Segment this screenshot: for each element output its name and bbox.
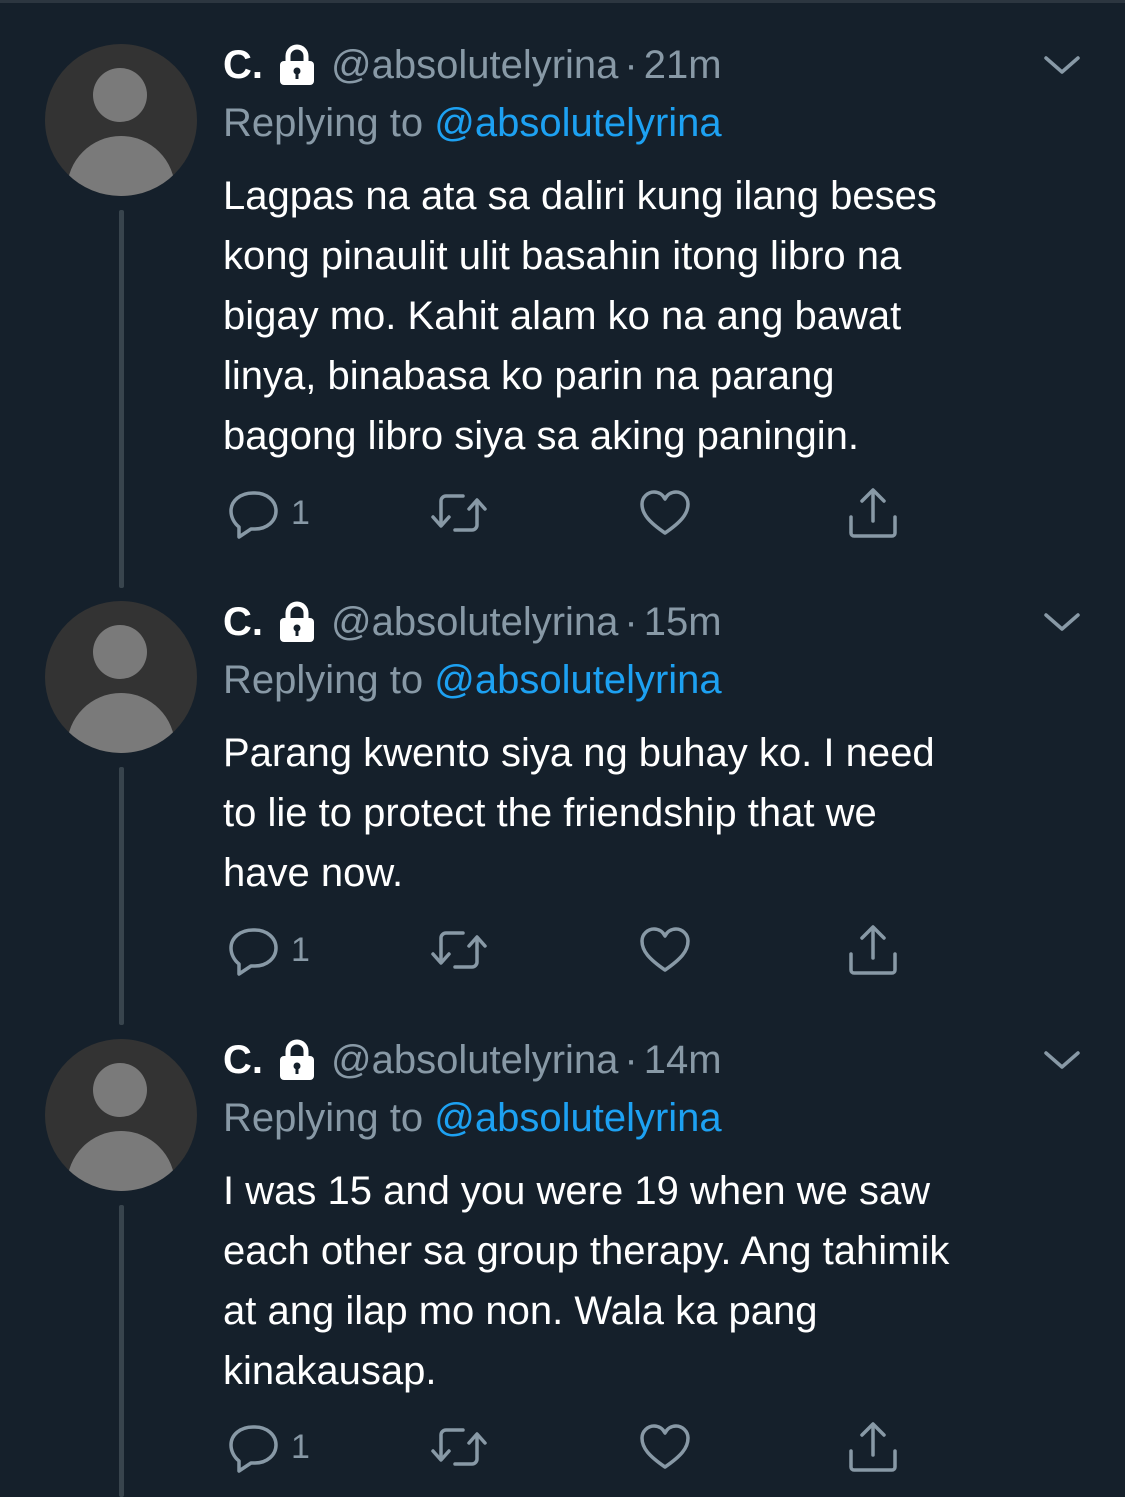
reply-button[interactable]: 1 <box>225 1419 310 1475</box>
avatar[interactable] <box>45 601 197 753</box>
tweet-text: Parang kwento siya ng buhay ko. I need t… <box>223 731 935 895</box>
reply-count: 1 <box>291 493 310 532</box>
retweet-icon <box>431 494 487 532</box>
thread-line <box>119 767 124 1025</box>
thread-line <box>119 1205 124 1497</box>
reply-count: 1 <box>291 930 310 969</box>
retweet-button[interactable] <box>427 1419 491 1475</box>
tweet-header: C. @absolutelyrina · 21m <box>223 40 722 90</box>
display-name[interactable]: C. <box>223 1038 263 1083</box>
reply-icon <box>229 928 278 976</box>
replying-to: Replying to @absolutelyrina <box>223 98 722 148</box>
replying-to-label: Replying to <box>223 1096 424 1140</box>
tweet-header: C. @absolutelyrina · 15m <box>223 597 722 647</box>
separator-dot: · <box>624 599 638 644</box>
tweet-actions: 1 <box>225 485 925 541</box>
user-handle[interactable]: @absolutelyrina <box>331 600 618 645</box>
avatar-head-shape <box>93 68 147 122</box>
thread-line <box>119 210 124 588</box>
timestamp[interactable]: 21m <box>644 43 722 88</box>
timestamp[interactable]: 15m <box>644 600 722 645</box>
like-button[interactable] <box>637 922 693 978</box>
avatar[interactable] <box>45 1039 197 1191</box>
lock-icon <box>280 44 314 85</box>
avatar[interactable] <box>45 44 197 196</box>
timestamp[interactable]: 14m <box>644 1038 722 1083</box>
tweet-text: Lagpas na ata sa daliri kung ilang beses… <box>223 174 937 458</box>
like-button[interactable] <box>637 1419 693 1475</box>
replying-to: Replying to @absolutelyrina <box>223 655 722 705</box>
user-handle[interactable]: @absolutelyrina <box>331 43 618 88</box>
separator-dot: · <box>624 1037 638 1082</box>
user-handle[interactable]: @absolutelyrina <box>331 1038 618 1083</box>
tweet-text: I was 15 and you were 19 when we saw eac… <box>223 1169 950 1393</box>
avatar-body-shape <box>67 136 175 196</box>
lock-icon <box>280 601 314 642</box>
avatar-head-shape <box>93 625 147 679</box>
tweet-header: C. @absolutelyrina · 14m <box>223 1035 722 1085</box>
share-icon <box>849 925 897 975</box>
share-icon <box>849 1422 897 1472</box>
display-name[interactable]: C. <box>223 43 263 88</box>
avatar-body-shape <box>67 693 175 753</box>
retweet-icon <box>431 1428 487 1466</box>
heart-icon <box>640 490 690 535</box>
share-icon <box>849 488 897 538</box>
chevron-down-icon[interactable] <box>1042 607 1082 637</box>
retweet-icon <box>431 931 487 969</box>
reply-icon <box>229 1425 278 1473</box>
lock-icon <box>280 1039 314 1080</box>
separator-dot: · <box>624 42 638 87</box>
display-name[interactable]: C. <box>223 600 263 645</box>
replying-to-label: Replying to <box>223 101 424 145</box>
share-button[interactable] <box>845 1419 901 1475</box>
retweet-button[interactable] <box>427 922 491 978</box>
avatar-body-shape <box>67 1131 175 1191</box>
reply-count: 1 <box>291 1427 310 1466</box>
replying-to-label: Replying to <box>223 658 424 702</box>
chevron-down-icon[interactable] <box>1042 1045 1082 1075</box>
retweet-button[interactable] <box>427 485 491 541</box>
replying-to-mention[interactable]: @absolutelyrina <box>434 658 721 702</box>
replying-to: Replying to @absolutelyrina <box>223 1093 722 1143</box>
top-divider <box>0 0 1125 3</box>
reply-button[interactable]: 1 <box>225 922 310 978</box>
replying-to-mention[interactable]: @absolutelyrina <box>434 101 721 145</box>
heart-icon <box>640 1424 690 1469</box>
reply-icon <box>229 491 278 539</box>
tweet-actions: 1 <box>225 1419 925 1475</box>
heart-icon <box>640 927 690 972</box>
share-button[interactable] <box>845 922 901 978</box>
replying-to-mention[interactable]: @absolutelyrina <box>434 1096 721 1140</box>
reply-button[interactable]: 1 <box>225 485 310 541</box>
chevron-down-icon[interactable] <box>1042 50 1082 80</box>
like-button[interactable] <box>637 485 693 541</box>
tweet-actions: 1 <box>225 922 925 978</box>
share-button[interactable] <box>845 485 901 541</box>
avatar-head-shape <box>93 1063 147 1117</box>
